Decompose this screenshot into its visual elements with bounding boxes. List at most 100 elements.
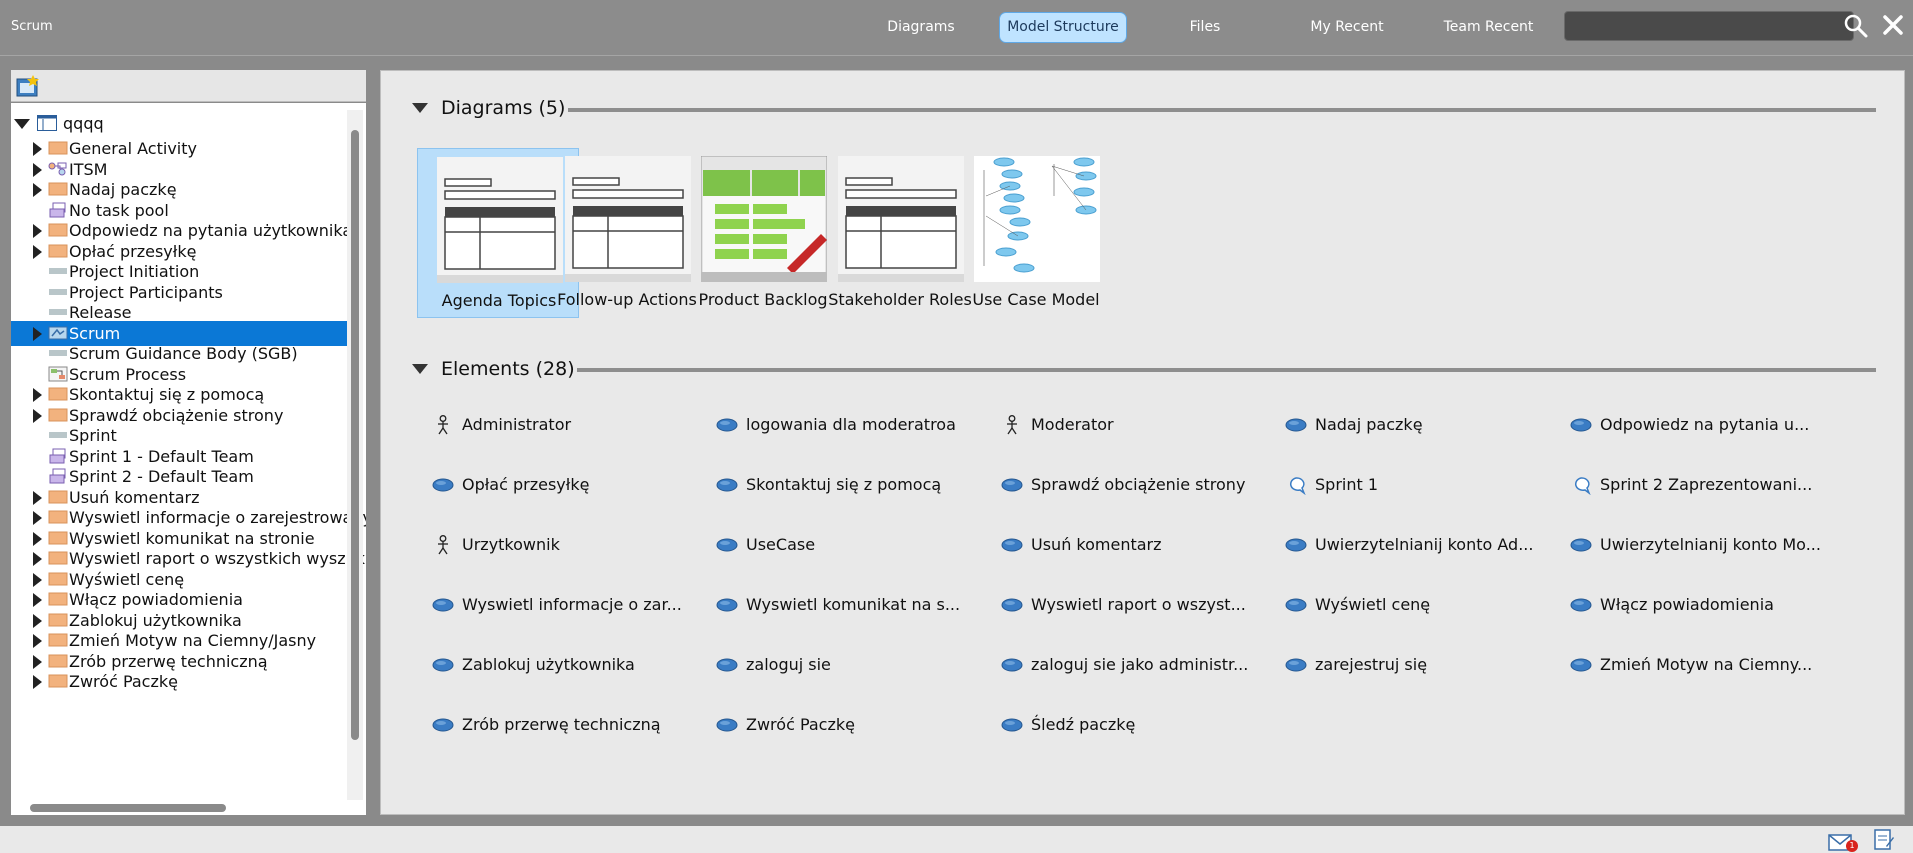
expand-arrow-icon[interactable]: [33, 552, 42, 566]
tree-item-label: General Activity: [69, 139, 197, 158]
element-item[interactable]: Zwróć Paczkę: [716, 711, 996, 739]
actor-icon: [438, 415, 448, 435]
element-item[interactable]: Usuń komentarz: [1001, 531, 1281, 559]
tree-horizontal-scroll-thumb[interactable]: [30, 804, 226, 812]
use-case-icon: [432, 658, 454, 672]
element-item[interactable]: Odpowiedz na pytania u...: [1570, 411, 1850, 439]
search-input[interactable]: [1573, 17, 1813, 37]
tree-item[interactable]: Zwróć Paczkę: [11, 669, 347, 694]
expand-arrow-icon[interactable]: [33, 634, 42, 648]
tree-item-label: Odpowiedz na pytania użytkownika: [69, 221, 353, 240]
element-item[interactable]: Opłać przesyłkę: [432, 471, 712, 499]
mail-count-badge: 1: [1846, 840, 1858, 852]
element-item[interactable]: Sprawdź obciążenie strony: [1001, 471, 1281, 499]
element-item[interactable]: Zrób przerwę techniczną: [432, 711, 712, 739]
element-item[interactable]: Uwierzytelnianij konto Mo...: [1570, 531, 1850, 559]
tree-item-label: Zablokuj użytkownika: [69, 610, 242, 630]
folder-icon: [48, 592, 68, 606]
tab-model-structure[interactable]: Model Structure: [999, 12, 1127, 43]
element-item[interactable]: Włącz powiadomienia: [1570, 591, 1850, 619]
tree-item-label: Opłać przesyłkę: [69, 241, 197, 261]
task-pool-icon: [49, 448, 66, 463]
folder-icon: [48, 613, 68, 626]
search-box: [1564, 11, 1854, 41]
expand-arrow-icon[interactable]: [33, 183, 42, 197]
element-item[interactable]: Uwierzytelnianij konto Ad...: [1285, 531, 1565, 559]
folder-icon: [48, 551, 68, 565]
use-case-icon: [1001, 538, 1023, 552]
tab-my-recent[interactable]: My Recent: [1297, 12, 1397, 43]
element-label: UseCase: [746, 535, 816, 554]
tab-files[interactable]: Files: [1170, 12, 1240, 43]
element-label: Zablokuj użytkownika: [462, 655, 635, 674]
task-pool-icon: [49, 468, 66, 484]
element-item[interactable]: Wyświetl cenę: [1285, 591, 1565, 619]
tree-item-label: Usuń komentarz: [69, 487, 200, 507]
element-item[interactable]: logowania dla moderatroa: [716, 411, 996, 439]
elements-collapse-icon[interactable]: [412, 364, 428, 374]
element-item[interactable]: zaloguj sie: [716, 651, 996, 679]
search-icon[interactable]: [1843, 13, 1869, 39]
element-label: Usuń komentarz: [1031, 535, 1162, 554]
element-label: logowania dla moderatroa: [746, 415, 956, 434]
element-item[interactable]: Zmień Motyw na Ciemny...: [1570, 651, 1850, 679]
element-item[interactable]: Sprint 2 Zaprezentowani...: [1570, 471, 1850, 499]
element-label: Uwierzytelnianij konto Ad...: [1315, 535, 1534, 554]
tab-diagrams[interactable]: Diagrams: [876, 12, 966, 43]
expand-arrow-icon[interactable]: [33, 408, 42, 423]
tab-team-recent[interactable]: Team Recent: [1436, 12, 1541, 43]
use-case-icon: [1001, 478, 1023, 492]
element-item[interactable]: Wyswietl raport o wszyst...: [1001, 591, 1281, 619]
element-item[interactable]: Wyswietl komunikat na s...: [716, 591, 996, 619]
tree-item-label: Sprint 2 - Default Team: [69, 467, 254, 486]
diagram-tile[interactable]: Use Case Model: [955, 148, 1117, 318]
table-thumb-icon: [565, 156, 691, 282]
table-thumb-icon: [437, 157, 563, 283]
tree-root-label: qqqq: [63, 114, 104, 133]
new-diagram-folder-icon[interactable]: [16, 74, 40, 98]
expand-arrow-icon[interactable]: [33, 388, 42, 402]
expand-arrow-icon[interactable]: [33, 675, 42, 689]
actor-icon: [438, 535, 448, 555]
tree-item-label: Wyświetl cenę: [69, 569, 185, 589]
collapse-arrow-icon[interactable]: [14, 119, 30, 129]
expand-arrow-icon[interactable]: [33, 654, 42, 669]
element-item[interactable]: Śledź paczkę: [1001, 711, 1281, 739]
folder-icon: [48, 531, 68, 544]
element-item[interactable]: Wyswietl informacje o zar...: [432, 591, 712, 619]
element-item[interactable]: zarejestruj się: [1285, 651, 1565, 679]
element-item[interactable]: Skontaktuj się z pomocą: [716, 471, 996, 499]
element-item[interactable]: Nadaj paczkę: [1285, 411, 1565, 439]
expand-arrow-icon[interactable]: [33, 511, 42, 525]
tree-root[interactable]: qqqq: [11, 111, 347, 136]
expand-arrow-icon[interactable]: [33, 326, 42, 341]
expand-arrow-icon[interactable]: [33, 613, 42, 628]
expand-arrow-icon[interactable]: [33, 593, 42, 607]
element-item[interactable]: Urzytkownik: [432, 531, 712, 559]
expand-arrow-icon[interactable]: [33, 162, 42, 177]
expand-arrow-icon[interactable]: [33, 142, 42, 156]
element-item[interactable]: UseCase: [716, 531, 996, 559]
expand-arrow-icon[interactable]: [33, 572, 42, 587]
note-icon[interactable]: [1874, 829, 1894, 851]
expand-arrow-icon[interactable]: [33, 531, 42, 546]
tree-item-label: Wyswietl raport o wszystkich wyszukiwani…: [69, 549, 366, 568]
element-item[interactable]: Sprint 1: [1285, 471, 1565, 499]
diagram-label: Use Case Model: [972, 290, 1100, 309]
expand-arrow-icon[interactable]: [33, 490, 42, 505]
tree-vertical-scroll-thumb[interactable]: [351, 130, 359, 740]
bar-icon: [49, 309, 67, 315]
folder-icon: [48, 654, 68, 667]
expand-arrow-icon[interactable]: [33, 224, 42, 238]
element-item[interactable]: Administrator: [432, 411, 712, 439]
element-item[interactable]: Moderator: [1001, 411, 1281, 439]
diagrams-collapse-icon[interactable]: [412, 103, 428, 113]
element-item[interactable]: zaloguj sie jako administr...: [1001, 651, 1281, 679]
expand-arrow-icon[interactable]: [33, 244, 42, 259]
element-label: Sprawdź obciążenie strony: [1031, 475, 1246, 494]
close-icon[interactable]: [1880, 12, 1906, 38]
bar-icon: [49, 268, 67, 274]
element-item[interactable]: Zablokuj użytkownika: [432, 651, 712, 679]
element-label: Zrób przerwę techniczną: [462, 715, 661, 734]
use-case-icon: [716, 718, 738, 732]
